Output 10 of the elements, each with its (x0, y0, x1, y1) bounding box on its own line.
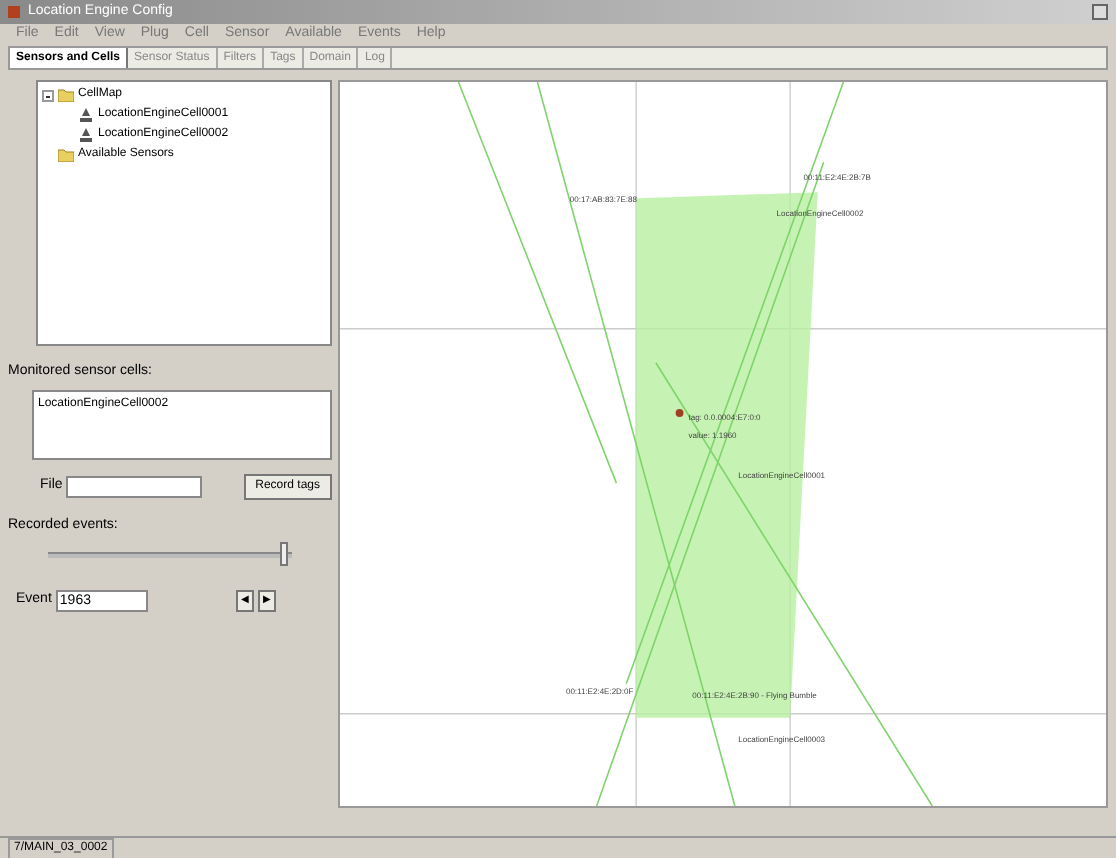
antenna-icon (78, 108, 94, 122)
expander-icon[interactable] (42, 89, 54, 101)
slider-thumb[interactable] (279, 542, 288, 566)
folder-icon (58, 148, 74, 162)
app-icon (8, 6, 20, 18)
tag-marker[interactable] (675, 408, 684, 417)
folder-icon (58, 88, 74, 102)
antenna-icon (78, 128, 94, 142)
file-field[interactable] (66, 475, 203, 497)
slider-track[interactable] (48, 542, 292, 566)
